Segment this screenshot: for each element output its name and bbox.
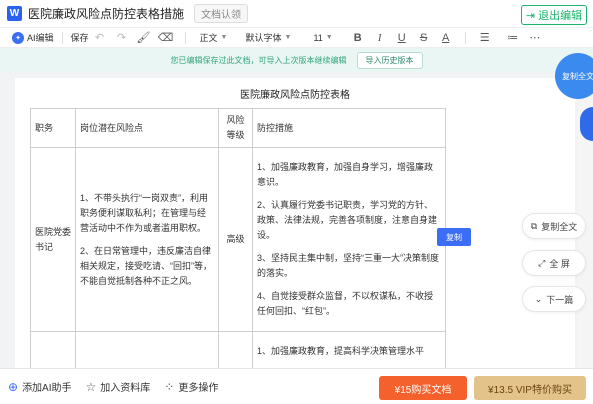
chevron-down-icon: ▼ bbox=[220, 34, 228, 41]
claim-document-button[interactable]: 文档认领 bbox=[194, 4, 249, 23]
document-title: 医院廉政风险点防控表格措施 bbox=[28, 7, 185, 21]
chevron-down-icon: ▼ bbox=[325, 34, 333, 41]
table-row: 医院党委书记 1、不带头执行“一岗双责”，利用职务便利谋取私利；在管理与经营活动… bbox=[30, 147, 446, 332]
copy-all-label: 复制全文 bbox=[541, 221, 578, 232]
add-to-library-label: 加入资料库 bbox=[100, 383, 151, 394]
buy-document-button[interactable]: ¥15购买文档 bbox=[379, 376, 467, 400]
ai-icon: ✦ bbox=[12, 31, 24, 44]
paragraph-style-value: 正文 bbox=[199, 33, 218, 43]
star-icon: ☆ bbox=[85, 379, 97, 394]
font-family-select[interactable]: 默认字体 ▼ bbox=[239, 28, 297, 48]
more-actions-label: 更多操作 bbox=[178, 383, 219, 394]
header-cell-position: 职务 bbox=[30, 108, 76, 148]
paragraph-style-select[interactable]: 正文 ▼ bbox=[194, 28, 234, 48]
measure-item: 1、加强廉政教育，加强自身学习，增强廉政意识。 bbox=[257, 162, 434, 187]
ai-edit-label: AI编辑 bbox=[27, 33, 54, 43]
copy-icon: ⧉ bbox=[530, 220, 538, 231]
ai-edit-button[interactable]: ✦ AI编辑 bbox=[12, 28, 54, 48]
copy-selection-button[interactable]: 复制 bbox=[437, 228, 471, 246]
version-notice-bar: 您已编辑保存过此文档，可导入上次版本继续编辑 导入历史版本 bbox=[0, 48, 593, 72]
bold-icon[interactable]: B bbox=[347, 28, 369, 48]
table-header-row: 职务 岗位潜在风险点 风险等级 防控措施 bbox=[30, 108, 446, 148]
divider bbox=[61, 31, 63, 44]
measures-cell: 1、加强廉政教育，加强自身学习，增强廉政意识。 2、认真履行党委书记职责，学习党… bbox=[252, 147, 446, 332]
divider bbox=[184, 31, 186, 44]
measure-item: 1、加强廉政教育，提高科学决策管理水平 bbox=[257, 346, 425, 356]
undo-icon[interactable]: ↶ bbox=[89, 28, 111, 48]
font-color-icon[interactable]: A bbox=[435, 28, 457, 48]
strikethrough-icon[interactable]: S bbox=[413, 28, 435, 48]
fullscreen-label: 全 屏 bbox=[549, 258, 570, 269]
level-cell: 高级 bbox=[218, 147, 253, 332]
table-title: 医院廉政风险点防控表格 bbox=[240, 90, 350, 101]
copy-all-button[interactable]: ⧉ 复制全文 bbox=[522, 213, 586, 239]
editor-toolbar: ✦ AI编辑 保存 ↶ ↷ 🖌 ⌫ 正文 ▼ 默认字体 ▼ 11 ▼ B I U… bbox=[0, 28, 593, 48]
add-to-library-button[interactable]: ☆ 加入资料库 bbox=[85, 379, 151, 395]
word-logo-icon: W bbox=[7, 6, 22, 21]
header-cell-level: 风险等级 bbox=[218, 108, 253, 148]
vip-buy-button[interactable]: ¥13.5 VIP特价购买 bbox=[474, 376, 586, 400]
title-bar: W 医院廉政风险点防控表格措施 文档认领 ⇥ 退出编辑 bbox=[0, 0, 593, 28]
italic-icon[interactable]: I bbox=[369, 28, 391, 48]
format-painter-icon[interactable]: 🖌 bbox=[133, 28, 155, 48]
risk-cell: 1、不带头执行“一岗双责”，利用职务便利谋取私利；在管理与经营活动中不作为或者滥… bbox=[75, 147, 219, 332]
risk-table: 职务 岗位潜在风险点 风险等级 防控措施 医院党委书记 1、不带头执行“一岗双责… bbox=[30, 108, 446, 392]
import-history-button[interactable]: 导入历史版本 bbox=[356, 51, 423, 69]
next-document-button[interactable]: ⌄ 下一篇 bbox=[522, 286, 586, 312]
more-actions-button[interactable]: ⁘ 更多操作 bbox=[164, 379, 219, 395]
font-size-value: 11 bbox=[313, 32, 323, 43]
underline-icon[interactable]: U bbox=[391, 28, 413, 48]
side-assistant-tab[interactable] bbox=[580, 107, 593, 141]
exit-edit-button[interactable]: ⇥ 退出编辑 bbox=[521, 5, 587, 25]
add-ai-helper-label: 添加AI助手 bbox=[22, 383, 72, 394]
more-icon[interactable]: ⋯ bbox=[524, 28, 546, 48]
font-family-value: 默认字体 bbox=[245, 33, 282, 43]
exit-icon: ⇥ bbox=[525, 9, 536, 22]
redo-icon[interactable]: ↷ bbox=[111, 28, 133, 48]
list-icon[interactable]: ≔ bbox=[502, 28, 524, 48]
next-document-label: 下一篇 bbox=[546, 294, 574, 305]
exit-edit-label: 退出编辑 bbox=[538, 10, 583, 22]
fullscreen-button[interactable]: ⤢ 全 屏 bbox=[522, 250, 586, 276]
header-cell-risk: 岗位潜在风险点 bbox=[75, 108, 219, 148]
ai-helper-icon: ⊕ bbox=[8, 379, 19, 394]
risk-item: 2、在日常管理中，违反廉洁自律相关规定，接受吃请、“回扣”等，不能自觉抵制各种不… bbox=[80, 245, 212, 286]
risk-item: 1、不带头执行“一岗双责”，利用职务便利谋取私利；在管理与经营活动中不作为或者滥… bbox=[80, 192, 209, 233]
version-notice-text: 您已编辑保存过此文档，可导入上次版本继续编辑 bbox=[170, 55, 347, 65]
double-chevron-down-icon: ⌄ bbox=[534, 293, 543, 304]
chevron-down-icon: ▼ bbox=[284, 34, 292, 41]
document-page[interactable]: 医院廉政风险点防控表格 职务 岗位潜在风险点 风险等级 防控措施 医院党委书记 … bbox=[15, 78, 575, 392]
add-ai-helper-button[interactable]: ⊕ 添加AI助手 bbox=[8, 379, 72, 395]
measure-item: 2、认真履行党委书记职责，学习党的方针、政策、法律法规，完善各项制度，注意自身建… bbox=[257, 200, 438, 240]
measure-item: 4、自觉接受群众监督，不以权谋私，不收授任何回扣、“红包”。 bbox=[257, 291, 434, 316]
font-size-select[interactable]: 11 ▼ bbox=[307, 28, 338, 48]
align-icon[interactable]: ☰ bbox=[474, 28, 496, 48]
fullscreen-icon: ⤢ bbox=[538, 257, 546, 268]
header-cell-measures: 防控措施 bbox=[252, 108, 446, 148]
position-cell: 医院党委书记 bbox=[30, 147, 76, 332]
eraser-icon[interactable]: ⌫ bbox=[155, 28, 177, 48]
grid-icon: ⁘ bbox=[164, 379, 175, 394]
save-button[interactable]: 保存 bbox=[71, 28, 89, 48]
measure-item: 3、坚持民主集中制，坚持“三重一大”决策制度的落实。 bbox=[257, 253, 440, 278]
copy-all-circle-button[interactable]: 复制全文 bbox=[555, 53, 593, 99]
divider bbox=[464, 31, 466, 44]
